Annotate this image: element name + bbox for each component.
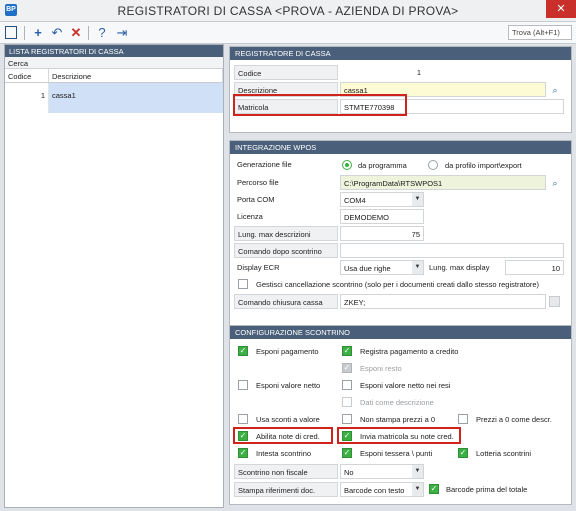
gestisci-checkbox[interactable]: [238, 279, 248, 289]
stampa-rif-label: Stampa riferimenti doc.: [234, 482, 338, 497]
highlight-matricola: [233, 94, 407, 116]
prezzi-zero-label: Prezzi a 0 come descr.: [476, 415, 552, 424]
display-label: Display ECR: [237, 263, 280, 272]
comando-dopo-field[interactable]: [340, 243, 564, 258]
detail-panel: REGISTRATORE DI CASSA Codice 1 Descrizio…: [229, 44, 572, 508]
licenza-field[interactable]: DEMODEMO: [340, 209, 424, 224]
esponi-netto-label: Esponi valore netto: [256, 381, 321, 390]
opt-programma-label: da programma: [358, 161, 407, 170]
opt-profilo-label: da profilo import\export: [445, 161, 522, 170]
non-fiscale-value: No: [344, 468, 354, 477]
lung-desc-label: Lung. max descrizioni: [234, 226, 338, 241]
intesta-label: Intesta scontrino: [256, 449, 312, 458]
radio-da-programma[interactable]: [342, 160, 352, 170]
barcode-prima-label: Barcode prima del totale: [446, 485, 528, 494]
display-value: Usa due righe: [344, 264, 391, 273]
column-descrizione[interactable]: Descrizione: [49, 69, 223, 82]
usa-sconti-label: Usa sconti a valore: [256, 415, 320, 424]
search-icon[interactable]: ⌕: [549, 177, 561, 189]
lotteria-label: Lotteria scontrini: [476, 449, 532, 458]
non-fiscale-label: Scontrino non fiscale: [234, 464, 338, 479]
column-codice[interactable]: Codice: [5, 69, 49, 82]
chevron-down-icon[interactable]: ▼: [412, 465, 423, 478]
porta-value: COM4: [344, 196, 366, 205]
chevron-down-icon[interactable]: ▼: [412, 483, 423, 496]
list-header: LISTA REGISTRATORI DI CASSA: [5, 45, 223, 57]
config-section: CONFIGURAZIONE SCONTRINO ✓ Esponi pagame…: [229, 325, 572, 505]
table-row[interactable]: 1 cassa1: [5, 83, 223, 113]
close-button[interactable]: ✕: [546, 0, 576, 18]
esponi-netto-resi-label: Esponi valore netto nei resi: [360, 381, 451, 390]
delete-icon[interactable]: ✕: [68, 25, 84, 41]
non-stampa-checkbox[interactable]: [342, 414, 352, 424]
wpos-header: INTEGRAZIONE WPOS: [230, 141, 571, 154]
chevron-down-icon[interactable]: ▼: [412, 193, 423, 206]
usa-sconti-checkbox[interactable]: [238, 414, 248, 424]
chevron-down-icon[interactable]: ▼: [412, 261, 423, 274]
search-field[interactable]: Cerca: [5, 57, 223, 69]
percorso-label: Percorso file: [237, 178, 279, 187]
config-header: CONFIGURAZIONE SCONTRINO: [230, 326, 571, 339]
licenza-label: Licenza: [237, 212, 263, 221]
codice-label: Codice: [234, 65, 338, 80]
registratore-section: REGISTRATORE DI CASSA Codice 1 Descrizio…: [229, 46, 572, 133]
non-stampa-label: Non stampa prezzi a 0: [360, 415, 436, 424]
intesta-checkbox[interactable]: ✓: [238, 448, 248, 458]
chiusura-field[interactable]: ZKEY;: [340, 294, 546, 309]
percorso-field[interactable]: C:\ProgramData\RTSWPOS1: [340, 175, 546, 190]
esponi-netto-resi-checkbox[interactable]: [342, 380, 352, 390]
radio-da-profilo[interactable]: [428, 160, 438, 170]
registratore-header: REGISTRATORE DI CASSA: [230, 47, 571, 60]
display-select[interactable]: Usa due righe ▼: [340, 260, 424, 275]
barcode-prima-checkbox[interactable]: ✓: [429, 484, 439, 494]
add-icon[interactable]: +: [30, 25, 46, 41]
esponi-tessera-checkbox[interactable]: ✓: [342, 448, 352, 458]
porta-label: Porta COM: [237, 195, 275, 204]
non-fiscale-select[interactable]: No ▼: [340, 464, 424, 479]
title-bar: BP REGISTRATORI DI CASSA <PROVA - AZIEND…: [0, 0, 576, 22]
stampa-rif-select[interactable]: Barcode con testo ▼: [340, 482, 424, 497]
editor-button[interactable]: [549, 296, 560, 307]
find-input[interactable]: Trova (Alt+F1): [508, 25, 572, 40]
stampa-rif-value: Barcode con testo: [344, 486, 405, 495]
search-icon[interactable]: ⌕: [549, 84, 561, 96]
esponi-resto-label: Esponi resto: [360, 364, 402, 373]
grid-header: Codice Descrizione: [5, 69, 223, 83]
codice-field[interactable]: 1: [340, 65, 424, 80]
esponi-pagamento-checkbox[interactable]: ✓: [238, 346, 248, 356]
gestisci-label: Gestisci cancellazione scontrino (solo p…: [256, 280, 540, 289]
comando-dopo-label: Comando dopo scontrino: [234, 243, 338, 258]
window-title: REGISTRATORI DI CASSA <PROVA - AZIENDA D…: [117, 4, 459, 18]
row-code: 1: [5, 83, 49, 113]
chiusura-label: Comando chiusura cassa: [234, 294, 338, 309]
prezzi-zero-checkbox[interactable]: [458, 414, 468, 424]
porta-select[interactable]: COM4 ▼: [340, 192, 424, 207]
row-desc: cassa1: [49, 83, 223, 113]
registra-credito-checkbox[interactable]: ✓: [342, 346, 352, 356]
registra-credito-label: Registra pagamento a credito: [360, 347, 459, 356]
toolbar: + ↶ ✕ ? ⇥ Trova (Alt+F1): [0, 22, 576, 44]
dati-descrizione-label: Dati come descrizione: [360, 398, 434, 407]
highlight-abilita-note: [233, 427, 333, 444]
lotteria-checkbox[interactable]: ✓: [458, 448, 468, 458]
esponi-pagamento-label: Esponi pagamento: [256, 347, 319, 356]
help-icon[interactable]: ?: [94, 25, 110, 41]
undo-icon[interactable]: ↶: [49, 25, 65, 41]
esponi-resto-checkbox[interactable]: ✓: [342, 363, 352, 373]
registratori-list-panel: LISTA REGISTRATORI DI CASSA Cerca Codice…: [4, 44, 224, 508]
esponi-tessera-label: Esponi tessera \ punti: [360, 449, 433, 458]
panel-toggle-icon[interactable]: [5, 26, 17, 39]
generazione-label: Generazione file: [237, 160, 292, 169]
lung-display-label: Lung. max display: [429, 263, 490, 272]
lung-desc-field[interactable]: 75: [340, 226, 424, 241]
dati-descrizione-checkbox[interactable]: [342, 397, 352, 407]
exit-icon[interactable]: ⇥: [114, 25, 130, 41]
lung-display-field[interactable]: 10: [505, 260, 564, 275]
highlight-invia-matricola: [337, 427, 461, 444]
esponi-netto-checkbox[interactable]: [238, 380, 248, 390]
